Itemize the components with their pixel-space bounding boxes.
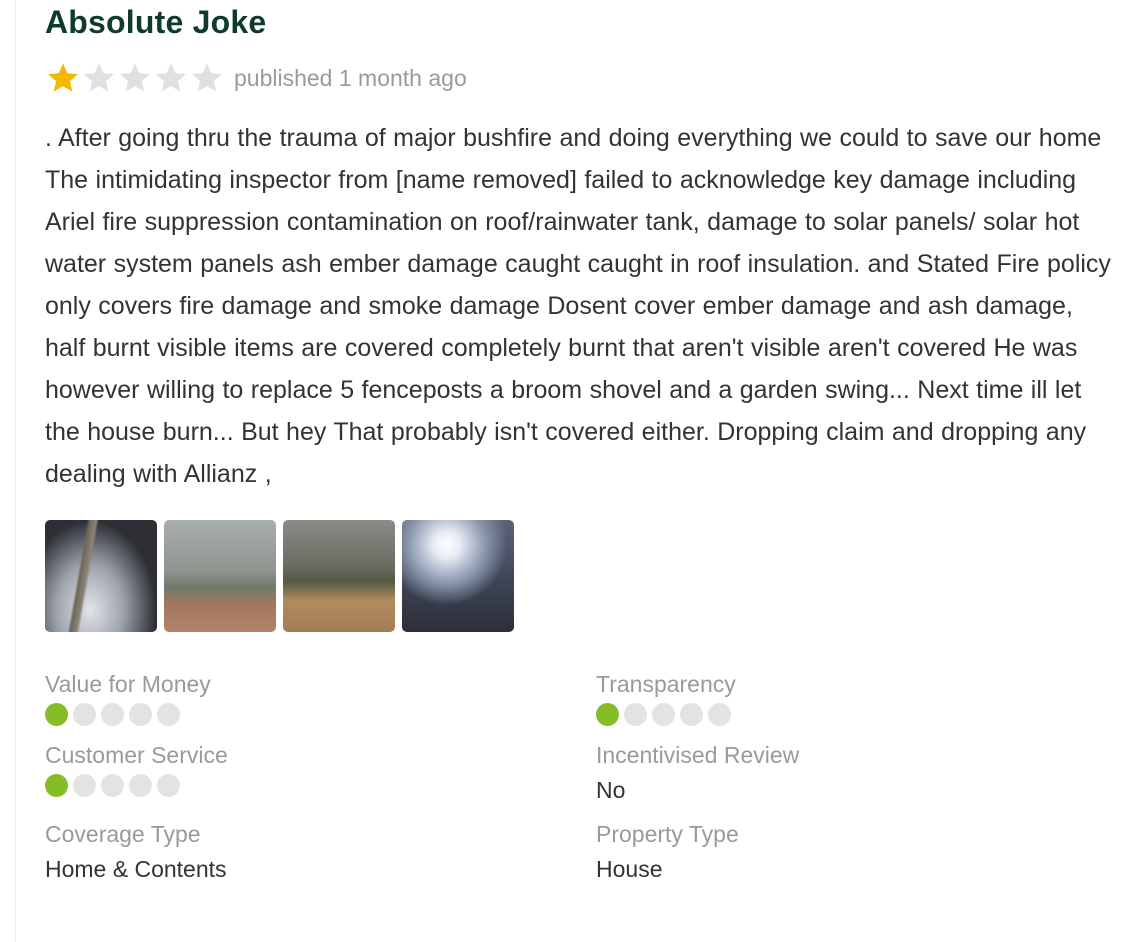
review-card: Absolute Joke published 1 month ago . Af…	[45, 0, 1115, 891]
review-photo-4[interactable]	[402, 520, 514, 632]
rating-value-for-money: Value for Money	[45, 670, 596, 741]
rating-label: Customer Service	[45, 742, 228, 768]
divider	[15, 0, 16, 942]
rating-incentivised-review: Incentivised Review No	[596, 741, 1076, 820]
star-rating	[45, 60, 225, 96]
rating-dot-empty	[73, 703, 96, 726]
rating-dot-empty	[157, 774, 180, 797]
review-meta: published 1 month ago	[45, 58, 1115, 98]
rating-label: Value for Money	[45, 671, 211, 697]
review-photo-1[interactable]	[45, 520, 157, 632]
rating-dots	[45, 774, 596, 797]
rating-dot-empty	[652, 703, 675, 726]
rating-coverage-type: Coverage Type Home & Contents	[45, 820, 596, 891]
rating-dot-empty	[101, 774, 124, 797]
rating-value: No	[596, 777, 626, 803]
rating-dot-filled	[45, 703, 68, 726]
rating-dot-filled	[596, 703, 619, 726]
rating-dot-empty	[708, 703, 731, 726]
rating-dot-empty	[680, 703, 703, 726]
review-body: . After going thru the trauma of major b…	[45, 124, 1111, 488]
rating-dot-empty	[157, 703, 180, 726]
star-empty-icon	[153, 60, 189, 96]
star-empty-icon	[81, 60, 117, 96]
rating-transparency: Transparency	[596, 670, 1076, 741]
star-empty-icon	[117, 60, 153, 96]
rating-dot-empty	[73, 774, 96, 797]
rating-breakdown: Value for Money Transparency Customer Se…	[45, 670, 1115, 891]
rating-customer-service: Customer Service	[45, 741, 596, 820]
rating-dot-filled	[45, 774, 68, 797]
star-empty-icon	[189, 60, 225, 96]
review-photo-2[interactable]	[164, 520, 276, 632]
rating-value: House	[596, 856, 663, 882]
review-title: Absolute Joke	[45, 4, 267, 40]
rating-dots	[596, 703, 1076, 726]
rating-label: Property Type	[596, 821, 739, 847]
rating-label: Coverage Type	[45, 821, 201, 847]
review-photo-3[interactable]	[283, 520, 395, 632]
published-date: published 1 month ago	[234, 64, 467, 91]
rating-dot-empty	[129, 774, 152, 797]
rating-label: Transparency	[596, 671, 736, 697]
rating-label: Incentivised Review	[596, 742, 800, 768]
rating-dot-empty	[624, 703, 647, 726]
rating-property-type: Property Type House	[596, 820, 1076, 891]
rating-value: Home & Contents	[45, 856, 227, 882]
rating-dot-empty	[129, 703, 152, 726]
review-photos	[45, 520, 1115, 632]
star-filled-icon	[45, 60, 81, 96]
review-page: Absolute Joke published 1 month ago . Af…	[0, 0, 1121, 942]
rating-dots	[45, 703, 596, 726]
rating-dot-empty	[101, 703, 124, 726]
